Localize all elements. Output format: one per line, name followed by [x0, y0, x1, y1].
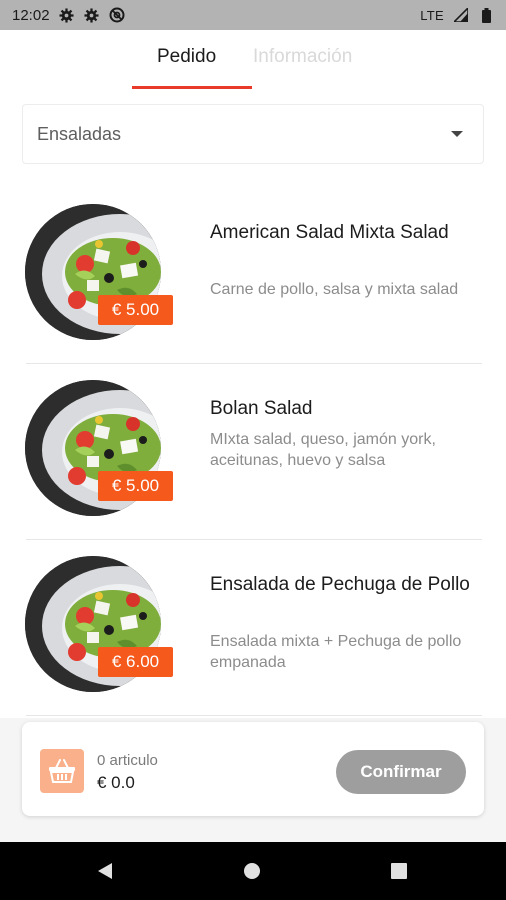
product-list: € 5.00 American Salad Mixta Salad Carne … [0, 188, 506, 716]
gear-icon [84, 7, 100, 23]
network-type: LTE [420, 7, 444, 23]
price-badge: € 5.00 [98, 295, 173, 325]
back-icon[interactable] [96, 862, 114, 885]
product-description: Ensalada mixta + Pechuga de pollo empana… [210, 633, 462, 671]
status-bar-right: LTE [420, 7, 494, 23]
status-bar: 12:02 LTE [0, 0, 506, 30]
cart-item-count: 0 articulo [97, 752, 158, 769]
product-description: MIxta salad, queso, jamón york, aceituna… [210, 431, 436, 469]
status-bar-left: 12:02 [12, 7, 125, 24]
no-disturb-icon [109, 7, 125, 23]
product-item[interactable]: € 6.00 Ensalada de Pechuga de Pollo Ensa… [0, 540, 506, 716]
tab-bar: Pedido Información [0, 30, 506, 90]
category-selected-value: Ensaladas [37, 123, 122, 144]
active-tab-indicator [132, 86, 252, 89]
product-title: Ensalada de Pechuga de Pollo [210, 574, 470, 595]
product-title: American Salad Mixta Salad [210, 222, 449, 243]
system-nav-bar [0, 842, 506, 900]
recents-icon[interactable] [390, 862, 408, 885]
product-item[interactable]: € 5.00 American Salad Mixta Salad Carne … [0, 188, 506, 364]
price-badge: € 5.00 [98, 471, 173, 501]
home-icon[interactable] [243, 862, 261, 885]
category-dropdown[interactable]: Ensaladas [22, 104, 484, 164]
divider [26, 715, 482, 716]
product-description: Carne de pollo, salsa y mixta salad [210, 281, 459, 298]
cart-area: 0 articulo € 0.0 Confirmar [0, 718, 506, 842]
confirm-button[interactable]: Confirmar [336, 750, 466, 794]
product-item[interactable]: € 5.00 Bolan Salad MIxta salad, queso, j… [0, 364, 506, 540]
cart-total: € 0.0 [97, 773, 135, 792]
product-title: Bolan Salad [210, 398, 313, 419]
basket-icon[interactable] [40, 749, 84, 793]
gear-icon [59, 7, 75, 23]
caret-down-icon [451, 131, 463, 137]
signal-icon [453, 7, 469, 23]
tab-informacion[interactable]: Información [253, 46, 352, 68]
battery-icon [478, 7, 494, 23]
cart-summary: 0 articulo € 0.0 Confirmar [22, 722, 484, 816]
status-time: 12:02 [12, 6, 50, 24]
tab-pedido[interactable]: Pedido [157, 46, 216, 68]
price-badge: € 6.00 [98, 647, 173, 677]
